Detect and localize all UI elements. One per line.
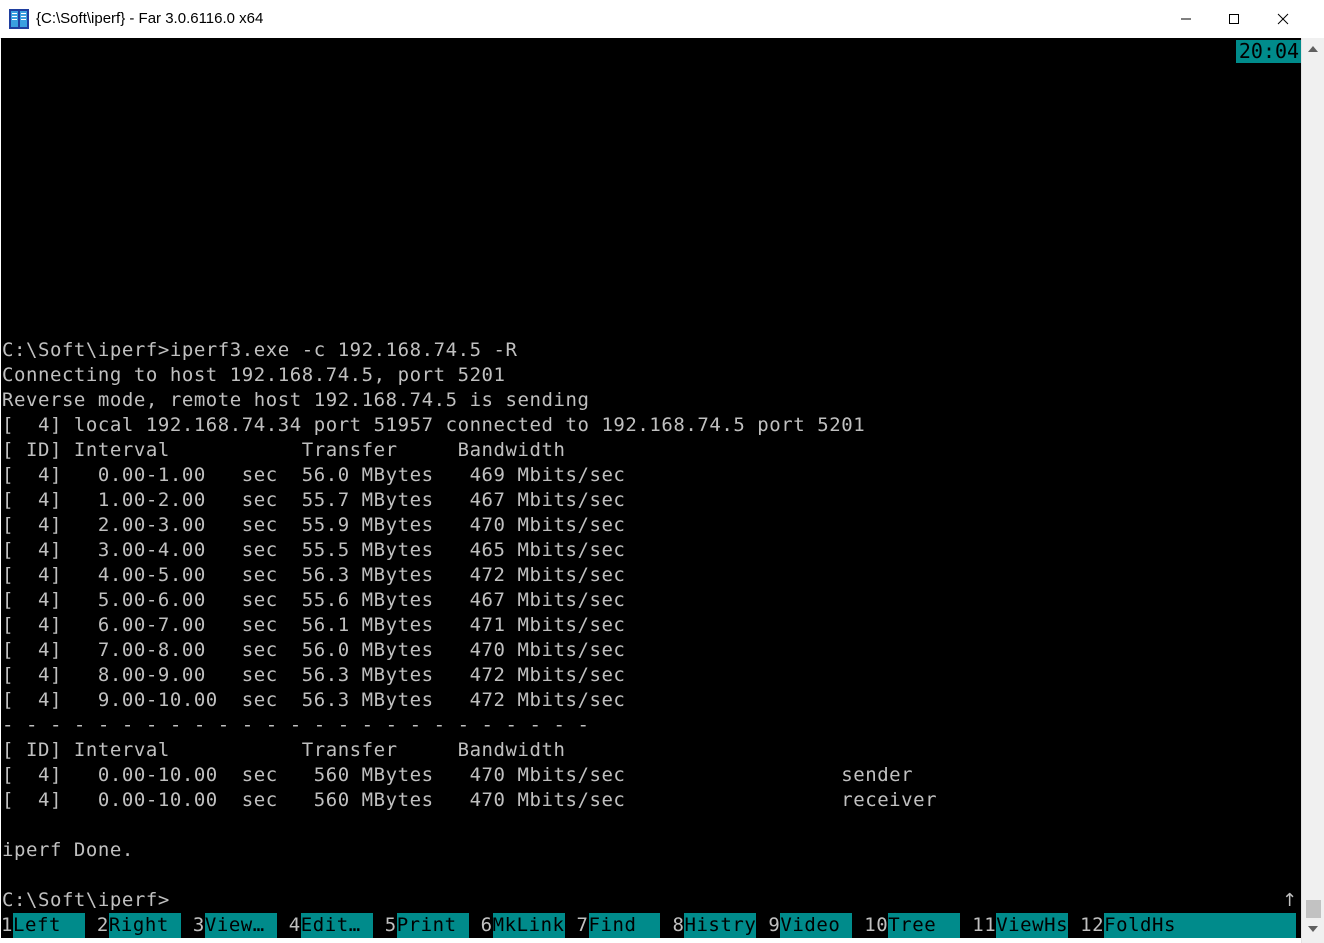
scroll-down-arrow-icon[interactable] bbox=[1308, 926, 1318, 932]
console-line-header: [ ID] Interval Transfer Bandwidth bbox=[2, 439, 566, 461]
console-lines: C:\Soft\iperf>iperf3.exe -c 192.168.74.5… bbox=[2, 338, 937, 913]
console-line: Reverse mode, remote host 192.168.74.5 i… bbox=[2, 389, 590, 411]
console-output[interactable]: 20:04 C:\Soft\iperf>iperf3.exe -c 192.16… bbox=[1, 38, 1301, 938]
minimize-icon bbox=[1181, 18, 1191, 20]
console-line: [ 4] 4.00-5.00 sec 56.3 MBytes 472 Mbits… bbox=[2, 564, 626, 586]
scroll-up-indicator-icon: ↑ bbox=[1282, 890, 1298, 911]
close-button[interactable] bbox=[1260, 0, 1306, 38]
fkey-edit-button[interactable]: 4 Edit… bbox=[276, 913, 373, 938]
window-title-bar[interactable]: {C:\Soft\iperf} - Far 3.0.6116.0 x64 bbox=[0, 0, 1324, 39]
fkey-view-button[interactable]: 3 View… bbox=[180, 913, 277, 938]
console-line: Connecting to host 192.168.74.5, port 52… bbox=[2, 364, 506, 386]
fkey-tree-button[interactable]: 10 Tree bbox=[852, 913, 961, 938]
fkey-left-button[interactable]: 1 Left bbox=[1, 913, 85, 938]
scrollbar-thumb[interactable] bbox=[1306, 900, 1321, 918]
console-line: [ 4] 7.00-8.00 sec 56.0 MBytes 470 Mbits… bbox=[2, 639, 626, 661]
command-prompt[interactable]: C:\Soft\iperf> bbox=[2, 888, 937, 913]
console-line: [ 4] 0.00-1.00 sec 56.0 MBytes 469 Mbits… bbox=[2, 464, 626, 486]
maximize-icon bbox=[1229, 14, 1239, 24]
console-line-summary-sender: [ 4] 0.00-10.00 sec 560 MBytes 470 Mbits… bbox=[2, 764, 914, 786]
console-line: [ 4] 8.00-9.00 sec 56.3 MBytes 472 Mbits… bbox=[2, 664, 626, 686]
console-line: [ 4] 3.00-4.00 sec 55.5 MBytes 465 Mbits… bbox=[2, 539, 626, 561]
console-line-header: [ ID] Interval Transfer Bandwidth bbox=[2, 739, 566, 761]
fkey-history-button[interactable]: 8 Histry bbox=[660, 913, 757, 938]
console-line: [ 4] local 192.168.74.34 port 51957 conn… bbox=[2, 414, 866, 436]
console-separator: - - - - - - - - - - - - - - - - - - - - … bbox=[2, 714, 590, 736]
window-bottom-border bbox=[0, 938, 1301, 943]
far-manager-app-icon[interactable] bbox=[9, 9, 29, 29]
console-line-summary-receiver: [ 4] 0.00-10.00 sec 560 MBytes 470 Mbits… bbox=[2, 789, 938, 811]
maximize-button[interactable] bbox=[1211, 0, 1257, 38]
fkey-mklink-button[interactable]: 6 MkLink bbox=[468, 913, 565, 938]
window-title: {C:\Soft\iperf} - Far 3.0.6116.0 x64 bbox=[36, 10, 264, 27]
console-line: [ 4] 9.00-10.00 sec 56.3 MBytes 472 Mbit… bbox=[2, 689, 626, 711]
console-line: [ 4] 5.00-6.00 sec 55.6 MBytes 467 Mbits… bbox=[2, 589, 626, 611]
fkey-viewhs-button[interactable]: 11 ViewHs bbox=[960, 913, 1069, 938]
console-line: iperf Done. bbox=[2, 839, 134, 861]
console-line: [ 4] 6.00-7.00 sec 56.1 MBytes 471 Mbits… bbox=[2, 614, 626, 636]
scroll-up-arrow-icon[interactable] bbox=[1308, 46, 1318, 52]
close-icon bbox=[1277, 13, 1289, 25]
fkey-right-button[interactable]: 2 Right bbox=[84, 913, 181, 938]
fkey-print-button[interactable]: 5 Print bbox=[372, 913, 469, 938]
console-line: [ 4] 1.00-2.00 sec 55.7 MBytes 467 Mbits… bbox=[2, 489, 626, 511]
fkey-find-button[interactable]: 7 Find bbox=[564, 913, 661, 938]
fkey-video-button[interactable]: 9 Video bbox=[756, 913, 853, 938]
clock: 20:04 bbox=[1236, 40, 1301, 63]
vertical-scrollbar[interactable] bbox=[1301, 38, 1324, 943]
function-key-bar: 1 Left 2 Right 3 View… 4 Edit… 5 Print 6 MkLin… bbox=[1, 913, 1301, 938]
console-line: [ 4] 2.00-3.00 sec 55.9 MBytes 470 Mbits… bbox=[2, 514, 626, 536]
fkey-foldhs-button[interactable]: 12 FoldHs bbox=[1068, 913, 1296, 938]
minimize-button[interactable] bbox=[1163, 0, 1209, 38]
console-line-command: C:\Soft\iperf>iperf3.exe -c 192.168.74.5… bbox=[2, 339, 518, 361]
